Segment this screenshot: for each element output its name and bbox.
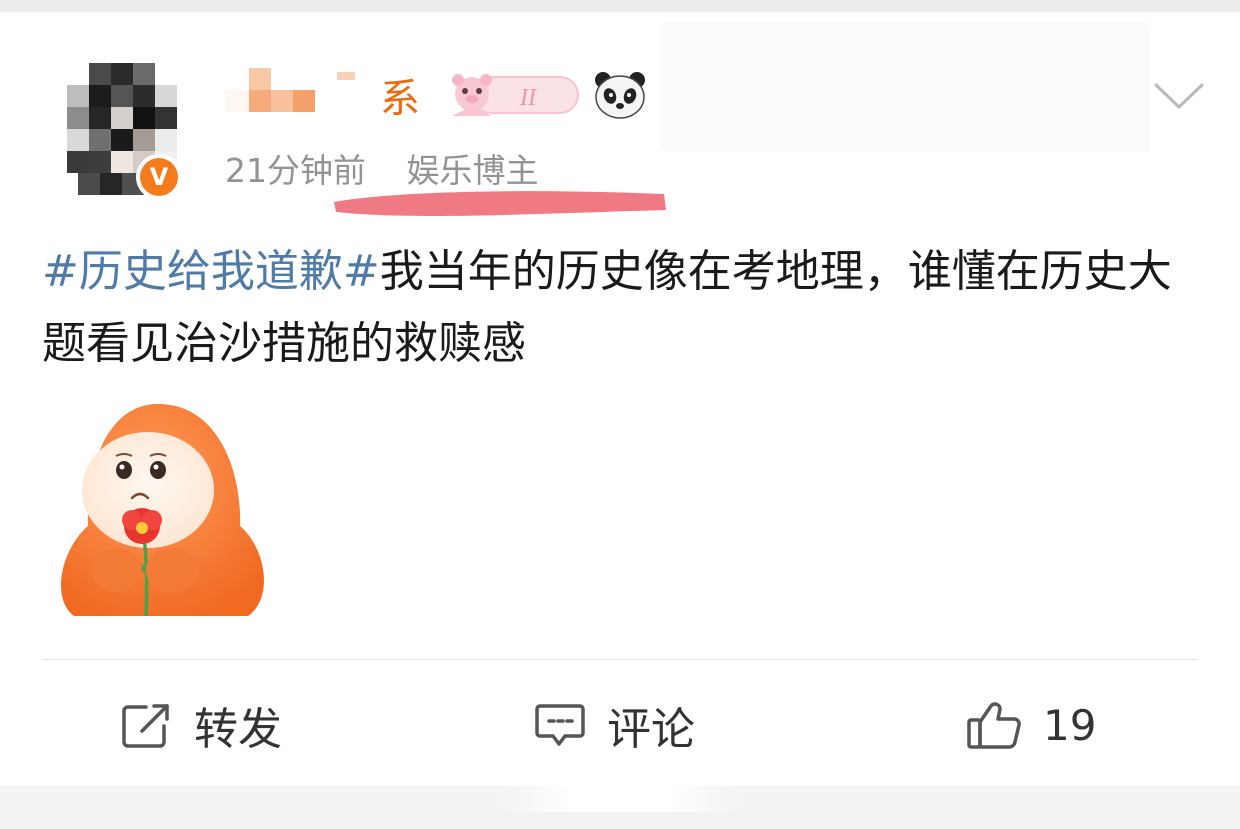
sticker-image[interactable]	[56, 398, 266, 624]
thumbs-up-icon	[967, 702, 1021, 749]
hashtag-link[interactable]: #历史给我道歉#	[42, 246, 380, 297]
repost-label: 转发	[194, 704, 282, 755]
comment-label: 评论	[607, 704, 695, 755]
panda-icon	[595, 72, 645, 119]
like-count: 19	[1043, 700, 1097, 750]
chevron-down-icon[interactable]	[1153, 80, 1205, 112]
username-blur[interactable]	[225, 68, 375, 118]
divider	[42, 659, 1198, 660]
like-button[interactable]: 19	[965, 690, 1096, 760]
bottom-strip	[0, 786, 1240, 829]
post-text: #历史给我道歉#我当年的历史像在考地理，谁懂在历史大题看见治沙措施的救赎感	[42, 236, 1192, 380]
member-badge-icon: II	[452, 74, 579, 116]
comment-icon	[535, 704, 585, 746]
red-highlight-mark	[334, 191, 666, 216]
username-visible-char[interactable]: 系	[380, 70, 420, 128]
comment-button[interactable]: 评论	[533, 690, 695, 760]
svg-text:II: II	[519, 85, 537, 111]
repost-button[interactable]: 转发	[120, 690, 282, 760]
verified-badge: V	[136, 154, 182, 200]
share-icon	[122, 704, 169, 748]
header-blur-area	[660, 22, 1150, 152]
